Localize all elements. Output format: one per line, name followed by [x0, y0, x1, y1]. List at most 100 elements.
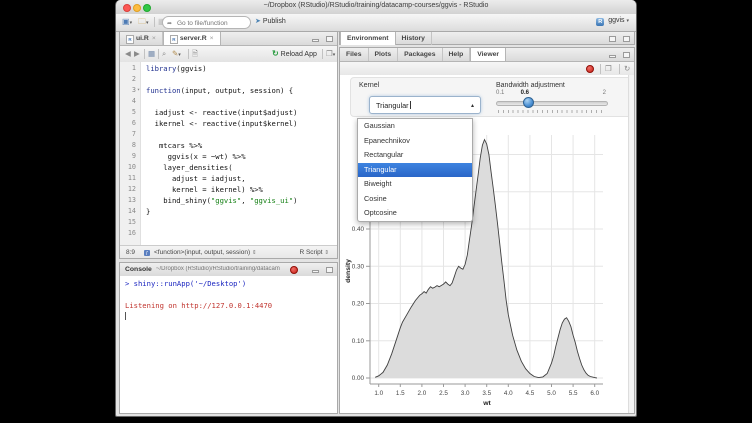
code-line[interactable]: 3▾function(input, output, session) { — [120, 85, 337, 96]
slider-max-label: 2 — [603, 90, 606, 96]
restore-pane-icon[interactable] — [609, 36, 616, 42]
svg-text:6.0: 6.0 — [590, 390, 599, 397]
close-tab-icon[interactable]: × — [152, 35, 156, 42]
code-line[interactable]: 15 — [120, 217, 337, 228]
code-line[interactable]: 13 bind_shiny("ggvis", "ggvis_ui") — [120, 195, 337, 206]
tab-label: Files — [346, 51, 362, 58]
code-line[interactable]: 16 — [120, 228, 337, 239]
text-cursor — [410, 101, 411, 109]
kernel-select[interactable]: Triangular ▴ — [369, 96, 481, 114]
close-tab-icon[interactable]: × — [210, 35, 214, 42]
tab-packages[interactable]: Packages — [398, 48, 442, 61]
code-text: ggvis(x = ~wt) %>% — [146, 151, 246, 162]
project-selector[interactable]: R ggvis ▾ — [596, 17, 629, 26]
tab-label: Packages — [404, 51, 435, 58]
tab-ui.R[interactable]: Rui.R× — [120, 32, 163, 45]
svg-text:0.20: 0.20 — [352, 301, 365, 308]
fold-marker-icon[interactable]: ▾ — [137, 85, 140, 96]
goto-file-box: ➦ — [162, 16, 251, 29]
code-line[interactable]: 1library(ggvis) — [120, 63, 337, 74]
maximize-viewer-icon[interactable] — [623, 52, 630, 58]
line-number: 11 — [120, 173, 136, 184]
tab-plots[interactable]: Plots — [369, 48, 399, 61]
new-file-icon[interactable]: ▣▾ — [122, 17, 132, 28]
tab-environment[interactable]: Environment — [340, 32, 396, 45]
code-line[interactable]: 4 — [120, 96, 337, 107]
line-number: 7 — [120, 129, 136, 140]
minimize-console-icon[interactable] — [312, 270, 319, 273]
kernel-label: Kernel — [359, 82, 379, 89]
dropdown-option-rectangular[interactable]: Rectangular — [358, 148, 472, 163]
code-tools-icon[interactable]: ✎▾ — [172, 49, 181, 60]
code-line[interactable]: 2 — [120, 74, 337, 85]
r-project-icon: R — [596, 18, 604, 26]
forward-icon[interactable]: ▶ — [134, 49, 140, 59]
stop-app-icon[interactable] — [586, 65, 594, 73]
code-line[interactable]: 12 kernel = ikernel) %>% — [120, 184, 337, 195]
code-line[interactable]: 5 iadjust <- reactive(input$adjust) — [120, 107, 337, 118]
code-line[interactable]: 7 — [120, 129, 337, 140]
dropdown-option-epanechnikov[interactable]: Epanechnikov — [358, 134, 472, 149]
viewer-pane: FilesPlotsPackagesHelpViewer ❐ ↻ Kernel … — [339, 47, 635, 414]
function-context[interactable]: <function>(input, output, session) ⇕ — [154, 249, 257, 256]
environment-tabs: EnvironmentHistory — [340, 32, 634, 45]
open-in-new-window-icon[interactable]: ❐ — [605, 64, 612, 73]
minimize-viewer-icon[interactable] — [609, 55, 616, 58]
code-text: layer_densities( — [146, 162, 233, 173]
minimize-pane-icon[interactable] — [312, 39, 319, 42]
console-output[interactable]: > shiny::runApp('~/Desktop') Listening o… — [120, 276, 337, 413]
interrupt-r-icon[interactable] — [290, 266, 298, 274]
tab-server.R[interactable]: Rserver.R× — [163, 32, 221, 45]
code-line[interactable]: 6 ikernel <- reactive(input$kernel) — [120, 118, 337, 129]
refresh-viewer-icon[interactable]: ↻ — [624, 64, 630, 73]
find-icon[interactable]: ⌕ — [162, 49, 166, 59]
code-line[interactable]: 9 ggvis(x = ~wt) %>% — [120, 151, 337, 162]
show-in-new-window-icon[interactable]: ❐▾ — [326, 49, 335, 60]
open-file-icon[interactable]: 🗀▾ — [138, 17, 149, 28]
slider-track[interactable] — [496, 101, 608, 106]
svg-text:1.0: 1.0 — [374, 390, 383, 397]
tab-files[interactable]: Files — [340, 48, 369, 61]
dropdown-option-cosine[interactable]: Cosine — [358, 192, 472, 207]
code-text: mtcars %>% — [146, 140, 202, 151]
code-line[interactable]: 8 mtcars %>% — [120, 140, 337, 151]
main-toolbar: ▣▾ 🗀▾ ▦ ▦▦ 🖶 ➦ ➤ Publish R ggvis ▾ — [116, 14, 636, 32]
tab-label: Plots — [375, 51, 392, 58]
reload-icon: ↻ — [272, 49, 279, 58]
save-file-icon[interactable]: ▦ — [148, 49, 155, 59]
publish-button[interactable]: ➤ Publish — [255, 17, 286, 25]
tab-viewer[interactable]: Viewer — [470, 48, 506, 61]
reload-app-button[interactable]: ↻ Reload App — [272, 49, 317, 58]
code-editor[interactable]: 1library(ggvis)23▾function(input, output… — [120, 62, 337, 246]
dropdown-option-biweight[interactable]: Biweight — [358, 177, 472, 192]
file-type-selector[interactable]: R Script ⇕ — [299, 249, 329, 256]
svg-text:0.10: 0.10 — [352, 338, 365, 345]
code-line[interactable]: 14} — [120, 206, 337, 217]
code-line[interactable]: 10 layer_densities( — [120, 162, 337, 173]
bandwidth-slider[interactable]: 0.1 0.6 2 — [496, 90, 608, 116]
slider-handle[interactable] — [523, 97, 534, 108]
line-number: 10 — [120, 162, 136, 173]
line-number: 13 — [120, 195, 136, 206]
maximize-console-icon[interactable] — [326, 267, 333, 273]
goto-file-input[interactable] — [175, 17, 249, 29]
code-line[interactable]: 11 adjust = iadjust, — [120, 173, 337, 184]
console-prompt-line[interactable] — [125, 311, 337, 322]
dropdown-option-gaussian[interactable]: Gaussian — [358, 119, 472, 134]
dropdown-option-optcosine[interactable]: Optcosine — [358, 206, 472, 221]
compile-report-icon[interactable]: 🗎 — [192, 49, 198, 59]
back-icon[interactable]: ◀ — [125, 49, 131, 59]
rstudio-window: ~/Dropbox (RStudio)/RStudio/training/dat… — [115, 0, 637, 417]
maximize-pane-icon[interactable] — [326, 36, 333, 42]
svg-text:1.5: 1.5 — [396, 390, 405, 397]
console-cursor — [125, 312, 126, 320]
kernel-dropdown: GaussianEpanechnikovRectangularTriangula… — [357, 118, 473, 222]
code-text: adjust = iadjust, — [146, 173, 246, 184]
maximize-env-icon[interactable] — [623, 36, 630, 42]
viewer-scrollbar[interactable] — [628, 75, 634, 413]
tab-help[interactable]: Help — [443, 48, 471, 61]
svg-text:4.5: 4.5 — [526, 390, 535, 397]
dropdown-option-triangular[interactable]: Triangular — [358, 163, 472, 178]
console-path: ~/Dropbox (RStudio)/RStudio/training/dat… — [156, 266, 288, 272]
tab-history[interactable]: History — [396, 32, 432, 45]
